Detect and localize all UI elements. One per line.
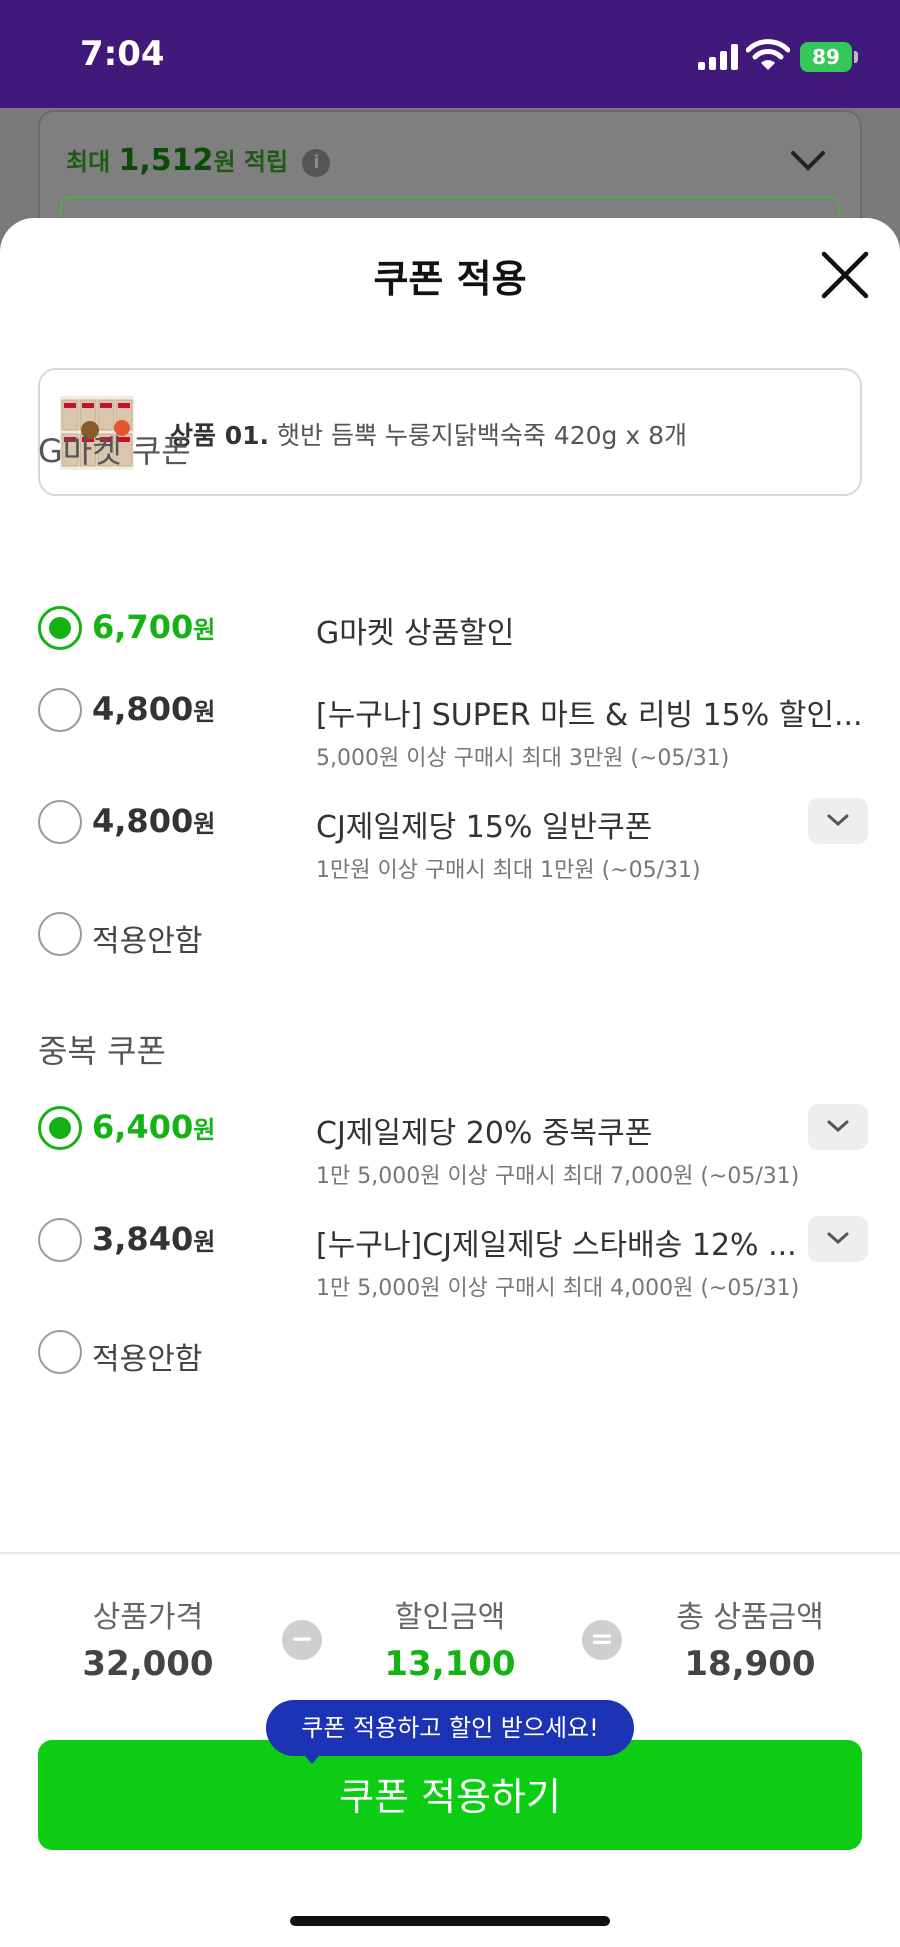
no-coupon-label: 적용안함 xyxy=(92,1342,203,1377)
no-coupon-radio[interactable] xyxy=(38,912,82,956)
coupon-amount: 3,840원 xyxy=(92,1220,215,1258)
coupon-amount: 6,700원 xyxy=(92,608,215,646)
battery-level: 89 xyxy=(812,45,840,69)
chevron-down-icon xyxy=(827,1120,849,1133)
coupon-amount: 4,800원 xyxy=(92,802,215,840)
no-coupon-radio[interactable] xyxy=(38,1330,82,1374)
battery-icon: 89 xyxy=(800,42,852,72)
total-value: 18,900 xyxy=(684,1644,816,1684)
status-time: 7:04 xyxy=(80,34,165,74)
sheet-title: 쿠폰 적용 xyxy=(373,257,527,301)
coupon-name: G마켓 상품할인 xyxy=(316,616,515,651)
home-indicator xyxy=(290,1916,610,1926)
coupon-amount-value: 4,800 xyxy=(92,802,194,840)
product-title: 햇반 듬뿍 누룽지닭백숙죽 420g x 8개 xyxy=(277,421,688,450)
close-icon[interactable] xyxy=(818,248,872,302)
no-coupon-label: 적용안함 xyxy=(92,924,203,959)
battery-tip xyxy=(854,51,858,63)
summary-divider xyxy=(0,1552,900,1554)
info-icon: i xyxy=(302,149,331,177)
coupon-condition: 1만 5,000원 이상 구매시 최대 7,000원 (~05/31) xyxy=(316,1164,800,1189)
coupon-amount-unit: 원 xyxy=(193,1116,216,1144)
minus-icon: − xyxy=(282,1620,322,1660)
coupon-amount-value: 3,840 xyxy=(92,1220,194,1258)
coupon-condition: 1만원 이상 구매시 최대 1만원 (~05/31) xyxy=(316,858,701,883)
price-label: 상품가격 xyxy=(92,1600,204,1635)
product-name: 상품 01. 햇반 듬뿍 누룽지닭백숙죽 420g x 8개 xyxy=(170,416,687,452)
coupon-condition: 1만 5,000원 이상 구매시 최대 4,000원 (~05/31) xyxy=(316,1276,800,1301)
coupon-radio[interactable] xyxy=(38,1218,82,1262)
coupon-radio[interactable] xyxy=(38,1106,82,1150)
gmarket-coupon-section-title: G마켓 쿠폰 xyxy=(38,432,191,470)
chevron-down-icon xyxy=(827,814,849,827)
chevron-down-icon xyxy=(827,1232,849,1245)
coupon-amount-unit: 원 xyxy=(193,616,216,644)
coupon-name: CJ제일제당 15% 일반쿠폰 xyxy=(316,810,653,845)
coupon-radio[interactable] xyxy=(38,800,82,844)
equals-icon: = xyxy=(582,1620,622,1660)
coupon-name: [누구나] SUPER 마트 & 리빙 15% 할인... xyxy=(316,698,863,733)
coupon-amount-value: 6,400 xyxy=(92,1108,194,1146)
coupon-amount-unit: 원 xyxy=(193,698,216,726)
coupon-amount-value: 4,800 xyxy=(92,690,194,728)
coupon-amount: 6,400원 xyxy=(92,1108,215,1146)
expand-coupon-button[interactable] xyxy=(808,798,868,844)
tooltip-tail xyxy=(300,1750,324,1764)
coupon-name: CJ제일제당 20% 중복쿠폰 xyxy=(316,1116,653,1151)
coupon-sheet: 쿠폰 적용 상품 01. 햇반 듬뿍 누룽지닭백숙죽 420g x 8개 G마켓… xyxy=(0,218,900,1947)
points-suffix: 원 적립 xyxy=(213,148,289,176)
expand-coupon-button[interactable] xyxy=(808,1104,868,1150)
expand-coupon-button[interactable] xyxy=(808,1216,868,1262)
status-bar: 7:04 89 xyxy=(0,0,900,108)
total-label: 총 상품금액 xyxy=(676,1600,824,1635)
coupon-name: [누구나]CJ제일제당 스타배송 12% ... xyxy=(316,1228,797,1263)
points-value: 1,512 xyxy=(118,143,214,178)
coupon-amount: 4,800원 xyxy=(92,690,215,728)
dup-coupon-section-title: 중복 쿠폰 xyxy=(38,1032,166,1070)
coupon-amount-unit: 원 xyxy=(193,810,216,838)
discount-label: 할인금액 xyxy=(394,1600,506,1635)
background-points-text: 최대 1,512원 적립 i xyxy=(66,142,331,178)
coupon-condition: 5,000원 이상 구매시 최대 3만원 (~05/31) xyxy=(316,746,730,771)
wifi-icon xyxy=(746,39,790,70)
chevron-down-icon xyxy=(791,151,825,171)
cellular-signal-icon xyxy=(698,44,740,70)
coupon-amount-value: 6,700 xyxy=(92,608,194,646)
price-value: 32,000 xyxy=(82,1644,214,1684)
coupon-radio[interactable] xyxy=(38,606,82,650)
apply-tooltip: 쿠폰 적용하고 할인 받으세요! xyxy=(266,1700,634,1756)
coupon-amount-unit: 원 xyxy=(193,1228,216,1256)
coupon-radio[interactable] xyxy=(38,688,82,732)
apply-coupon-button[interactable]: 쿠폰 적용하기 xyxy=(38,1740,862,1850)
points-prefix: 최대 xyxy=(66,148,111,176)
discount-value: 13,100 xyxy=(384,1644,516,1684)
